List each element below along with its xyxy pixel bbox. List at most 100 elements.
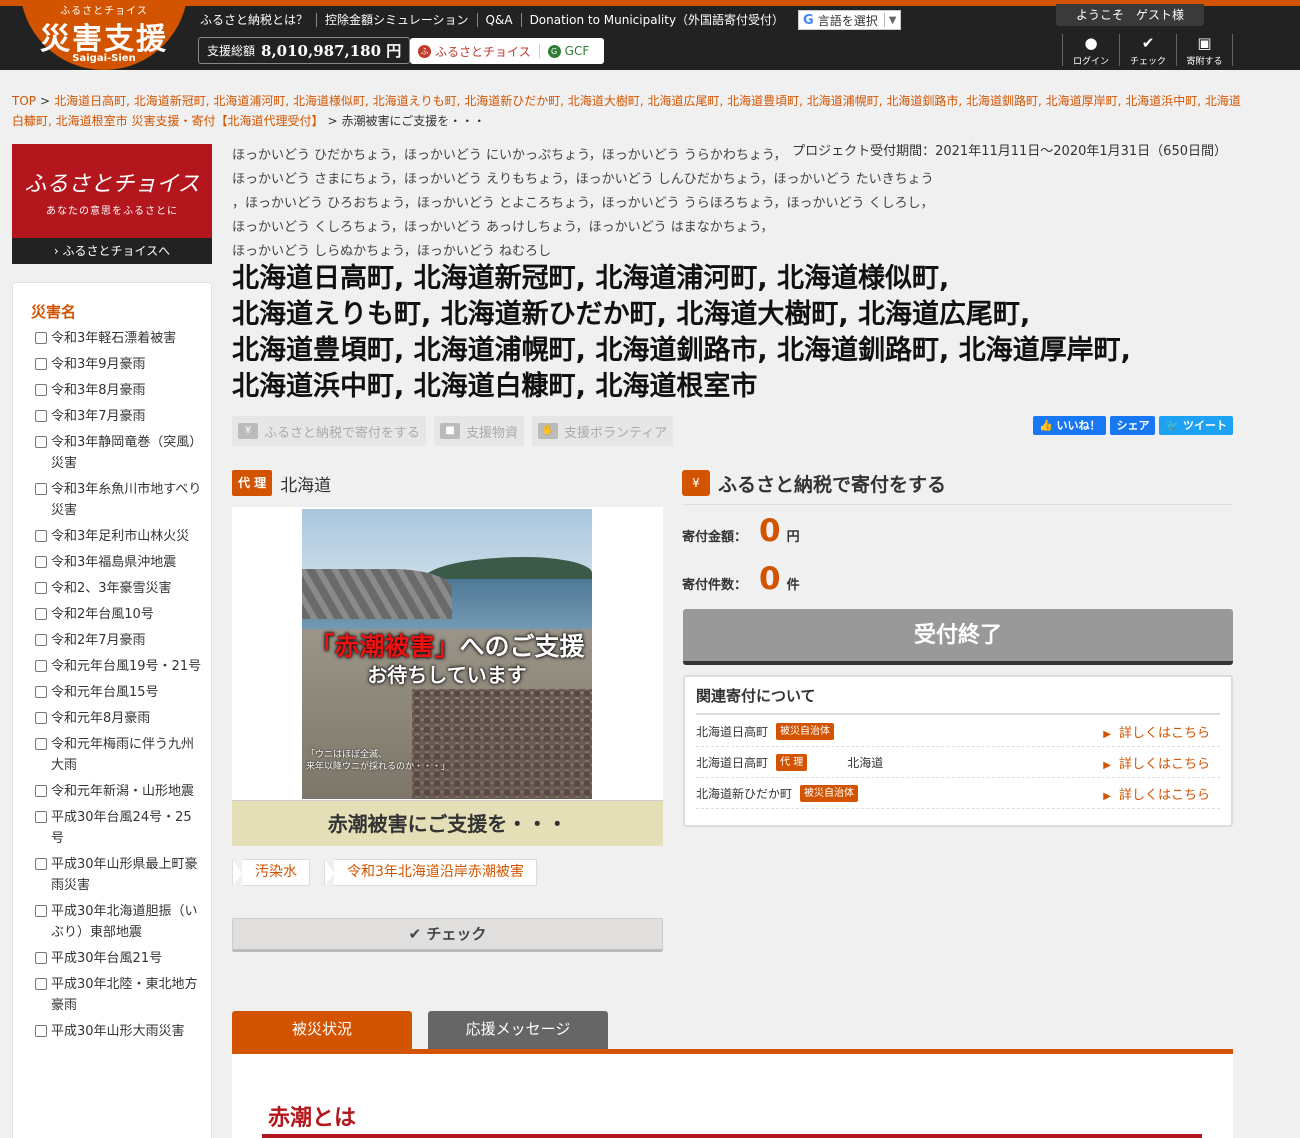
login-button[interactable]: ● ログイン	[1062, 34, 1119, 67]
donation-count-label: 寄付件数：	[682, 578, 748, 593]
furusato-choice-banner[interactable]: ふるさとチョイス あなたの意思をふるさとに › ふるさとチョイスへ	[12, 144, 212, 264]
add-to-check-button[interactable]: ✔ チェック	[232, 918, 663, 952]
checkbox[interactable]	[35, 530, 47, 542]
page-title: 北海道日高町, 北海道新冠町, 北海道浦河町, 北海道様似町, 北海道えりも町,…	[232, 261, 1233, 405]
tag-label: ふるさと納税で寄付をする	[264, 425, 421, 441]
disaster-filter-label: 令和2、3年豪雪災害	[51, 581, 172, 596]
check-list-button[interactable]: ✔ チェック	[1119, 34, 1176, 67]
nav-simulation[interactable]: 控除金額シミュレーション	[316, 13, 477, 27]
disaster-filter-item[interactable]: 令和2年7月豪雨	[35, 630, 203, 651]
related-donations-divider	[696, 713, 1220, 715]
checkbox[interactable]	[35, 634, 47, 646]
disaster-filter-item[interactable]: 平成30年北陸・東北地方豪雨	[35, 974, 203, 1016]
related-details-link[interactable]: ▶ 詳しくはこちら	[1103, 753, 1210, 772]
breadcrumb-current: 赤潮被害にご支援を・・・	[341, 114, 486, 128]
disaster-filter-item[interactable]: 令和3年静岡竜巻（突風）災害	[35, 432, 203, 474]
checkbox[interactable]	[35, 712, 47, 724]
tab-content: 赤潮とは	[232, 1054, 1233, 1138]
login-label: ログイン	[1072, 57, 1109, 67]
donated-icon: ▣	[1197, 34, 1212, 52]
related-donation-row: 北海道日高町 被災自治体 ▶ 詳しくはこちら	[696, 717, 1220, 747]
donation-amount-label: 寄付金額：	[682, 530, 748, 545]
furusato-logo-icon: ふ	[418, 44, 431, 58]
checkbox[interactable]	[35, 978, 47, 990]
google-icon: G	[803, 12, 814, 28]
checkbox[interactable]	[35, 332, 47, 344]
disaster-filter-item[interactable]: 令和3年軽石漂着被害	[35, 328, 203, 349]
checkbox[interactable]	[35, 811, 47, 823]
breadcrumb-project[interactable]: 北海道日高町, 北海道新冠町, 北海道浦河町, 北海道様似町, 北海道えりも町,…	[12, 94, 1241, 128]
disaster-filter-item[interactable]: 令和元年新潟・山形地震	[35, 781, 203, 802]
checkbox[interactable]	[35, 1025, 47, 1037]
disaster-filter-item[interactable]: 平成30年北海道胆振（いぶり）東部地震	[35, 901, 203, 943]
disaster-filter-item[interactable]: 令和元年8月豪雨	[35, 708, 203, 729]
checkbox[interactable]	[35, 582, 47, 594]
banner-link[interactable]: › ふるさとチョイスへ	[12, 238, 212, 264]
nav-qa[interactable]: Q&A	[476, 13, 521, 27]
disaster-filter-item[interactable]: 平成30年山形大雨災害	[35, 1021, 203, 1042]
checkbox[interactable]	[35, 436, 47, 448]
disaster-filter-item[interactable]: 平成30年山形県最上町豪雨災害	[35, 854, 203, 896]
tag-label: 支援ボランティア	[564, 425, 668, 441]
donated-button[interactable]: ▣ 寄附する	[1176, 34, 1233, 67]
checkbox[interactable]	[35, 952, 47, 964]
gcf-link[interactable]: G GCF	[538, 44, 598, 58]
disaster-filter-item[interactable]: 令和元年台風15号	[35, 682, 203, 703]
checkbox[interactable]	[35, 410, 47, 422]
reading-line: ，ほっかいどう ひろおちょう，ほっかいどう とよころちょう，ほっかいどう うらほ…	[232, 196, 934, 211]
facebook-share-button[interactable]: シェア	[1110, 416, 1156, 435]
furusato-choice-label: ふるさとチョイス	[435, 44, 531, 59]
disaster-filter-item[interactable]: 令和3年糸魚川市地すべり災害	[35, 479, 203, 521]
tab-disaster-status[interactable]: 被災状況	[232, 1011, 412, 1050]
disaster-filter-item[interactable]: 令和3年8月豪雨	[35, 380, 203, 401]
checkbox[interactable]	[35, 483, 47, 495]
reading-line: ほっかいどう くしろちょう，ほっかいどう あっけしちょう，ほっかいどう はまなか…	[232, 220, 774, 235]
related-details-link[interactable]: ▶ 詳しくはこちら	[1103, 722, 1210, 741]
related-details-link[interactable]: ▶ 詳しくはこちら	[1103, 784, 1210, 803]
checkbox[interactable]	[35, 384, 47, 396]
checkbox[interactable]	[35, 556, 47, 568]
municipality-readings: ほっかいどう ひだかちょう，ほっかいどう にいかっぷちょう，ほっかいどう うらか…	[232, 144, 1233, 264]
disaster-filter-item[interactable]: 平成30年台風24号・25号	[35, 807, 203, 849]
triangle-right-icon: ▶	[1103, 729, 1111, 740]
nav-foreign-donation[interactable]: Donation to Municipality（外国語寄付受付）	[520, 13, 792, 27]
checkbox[interactable]	[35, 686, 47, 698]
disaster-filter-item[interactable]: 令和3年7月豪雨	[35, 406, 203, 427]
gcf-label: GCF	[564, 44, 590, 58]
disaster-filter-item[interactable]: 令和元年台風19号・21号	[35, 656, 203, 677]
brand-links: ふ ふるさとチョイス G GCF	[410, 38, 604, 64]
related-donation-row: 北海道日高町 代 理 北海道 ▶ 詳しくはこちら	[696, 748, 1220, 778]
box-icon: ■	[440, 423, 461, 439]
keyword-tag[interactable]: 汚染水	[232, 859, 310, 887]
checkbox[interactable]	[35, 358, 47, 370]
language-select[interactable]: G 言語を選択 ▼	[798, 10, 902, 30]
site-logo[interactable]: ふるさとチョイス 災害支援 Saigai-Sien	[20, 0, 188, 70]
checkbox[interactable]	[35, 608, 47, 620]
content-tabs: 被災状況 応援メッセージ	[232, 1011, 1233, 1054]
related-donations: 関連寄付について 北海道日高町 被災自治体 ▶ 詳しくはこちら 北海道日高町 代 …	[683, 675, 1233, 827]
checkbox[interactable]	[35, 660, 47, 672]
donation-closed-button[interactable]: 受付終了	[683, 609, 1233, 665]
total-support-label: 支援総額	[207, 44, 256, 58]
tweet-button[interactable]: 🐦 ツイート	[1159, 416, 1233, 435]
disaster-filter-item[interactable]: 令和元年梅雨に伴う九州大雨	[35, 734, 203, 776]
facebook-like-button[interactable]: 👍 いいね！	[1032, 416, 1107, 435]
checkbox[interactable]	[35, 905, 47, 917]
furusato-choice-link[interactable]: ふ ふるさとチョイス	[410, 43, 539, 60]
disaster-filter-item[interactable]: 令和3年9月豪雨	[35, 354, 203, 375]
checkbox[interactable]	[35, 785, 47, 797]
breadcrumb-top[interactable]: TOP	[12, 94, 36, 108]
checkbox[interactable]	[35, 738, 47, 750]
disaster-filter-item[interactable]: 令和2年台風10号	[35, 604, 203, 625]
disaster-filter-item[interactable]: 令和2、3年豪雪災害	[35, 578, 203, 599]
disaster-filter-item[interactable]: 平成30年台風21号	[35, 948, 203, 969]
checkbox[interactable]	[35, 858, 47, 870]
disaster-filter-label: 令和元年8月豪雨	[51, 711, 151, 726]
keyword-tag[interactable]: 令和3年北海道沿岸赤潮被害	[324, 859, 537, 887]
nav-about-furusato[interactable]: ふるさと納税とは？	[200, 13, 316, 27]
tab-support-messages[interactable]: 応援メッセージ	[428, 1011, 608, 1050]
disaster-filter-item[interactable]: 令和3年足利市山林火災	[35, 526, 203, 547]
disaster-filter-item[interactable]: 令和3年福島県沖地震	[35, 552, 203, 573]
disaster-filter-label: 令和3年8月豪雨	[51, 383, 146, 398]
user-menu: ● ログイン ✔ チェック ▣ 寄附する	[1062, 34, 1233, 67]
